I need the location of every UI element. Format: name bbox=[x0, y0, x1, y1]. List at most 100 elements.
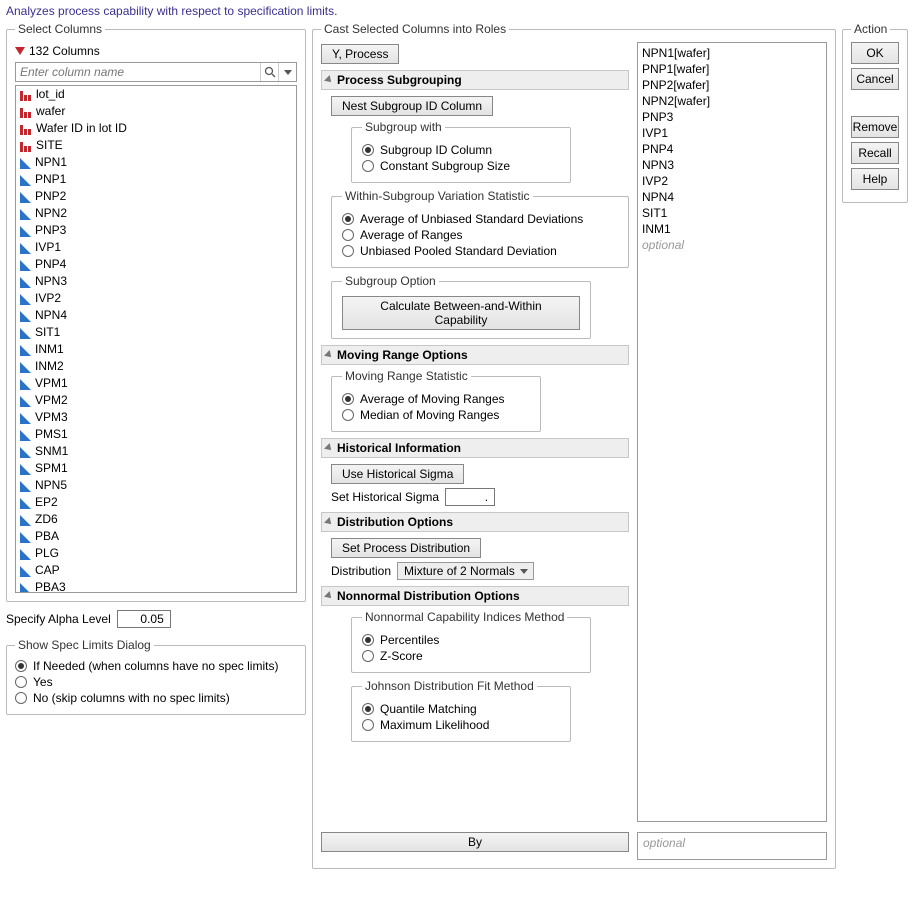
assigned-role-item[interactable]: INM1 bbox=[642, 221, 822, 237]
column-list[interactable]: lot_idwaferWafer ID in lot IDSITENPN1PNP… bbox=[15, 85, 297, 593]
radio-label: If Needed (when columns have no spec lim… bbox=[33, 659, 278, 673]
column-list-item[interactable]: NPN2 bbox=[16, 205, 296, 222]
column-list-item[interactable]: VPM2 bbox=[16, 392, 296, 409]
moving-range-stat-option[interactable]: Median of Moving Ranges bbox=[342, 407, 530, 423]
subgroup-with-option[interactable]: Subgroup ID Column bbox=[362, 142, 560, 158]
spec-limits-option[interactable]: Yes bbox=[15, 674, 297, 690]
column-list-item[interactable]: CAP bbox=[16, 562, 296, 579]
assigned-role-item[interactable]: NPN4 bbox=[642, 189, 822, 205]
radio-icon bbox=[362, 144, 374, 156]
column-count-row[interactable]: 132 Columns bbox=[15, 42, 297, 62]
johnson-fit-option[interactable]: Maximum Likelihood bbox=[362, 717, 560, 733]
radio-icon bbox=[342, 393, 354, 405]
column-list-item[interactable]: Wafer ID in lot ID bbox=[16, 120, 296, 137]
column-list-item[interactable]: lot_id bbox=[16, 86, 296, 103]
assigned-role-item[interactable]: SIT1 bbox=[642, 205, 822, 221]
column-list-item[interactable]: PBA3 bbox=[16, 579, 296, 593]
column-list-item[interactable]: SITE bbox=[16, 137, 296, 154]
radio-icon bbox=[15, 692, 27, 704]
column-list-item[interactable]: PLG bbox=[16, 545, 296, 562]
assigned-role-item[interactable]: PNP3 bbox=[642, 109, 822, 125]
assigned-role-item[interactable]: PNP1[wafer] bbox=[642, 61, 822, 77]
set-process-distribution-button[interactable]: Set Process Distribution bbox=[331, 538, 481, 558]
column-list-item[interactable]: IVP2 bbox=[16, 290, 296, 307]
by-roles-box[interactable]: optional bbox=[637, 832, 827, 860]
moving-range-stat-option[interactable]: Average of Moving Ranges bbox=[342, 391, 530, 407]
column-name-label: SPM1 bbox=[35, 461, 68, 476]
distribution-header[interactable]: Distribution Options bbox=[321, 512, 629, 532]
column-list-item[interactable]: SNM1 bbox=[16, 443, 296, 460]
column-list-item[interactable]: PNP2 bbox=[16, 188, 296, 205]
column-list-item[interactable]: INM2 bbox=[16, 358, 296, 375]
distribution-select[interactable]: Mixture of 2 Normals bbox=[397, 562, 534, 580]
column-list-item[interactable]: PNP3 bbox=[16, 222, 296, 239]
assigned-role-item[interactable]: NPN3 bbox=[642, 157, 822, 173]
assigned-role-item[interactable]: NPN2[wafer] bbox=[642, 93, 822, 109]
dropdown-red-triangle-icon[interactable] bbox=[15, 47, 25, 55]
within-stat-option[interactable]: Average of Unbiased Standard Deviations bbox=[342, 211, 618, 227]
column-list-item[interactable]: EP2 bbox=[16, 494, 296, 511]
column-list-item[interactable]: VPM3 bbox=[16, 409, 296, 426]
spec-limits-option[interactable]: If Needed (when columns have no spec lim… bbox=[15, 658, 297, 674]
search-icon[interactable] bbox=[260, 63, 278, 81]
calc-between-within-button[interactable]: Calculate Between-and-Within Capability bbox=[342, 296, 580, 330]
column-list-item[interactable]: NPN5 bbox=[16, 477, 296, 494]
column-search-input[interactable] bbox=[16, 63, 260, 81]
column-list-item[interactable]: PNP1 bbox=[16, 171, 296, 188]
nonnormal-header[interactable]: Nonnormal Distribution Options bbox=[321, 586, 629, 606]
subgroup-with-group: Subgroup with Subgroup ID ColumnConstant… bbox=[351, 120, 571, 183]
column-name-label: SITE bbox=[36, 138, 63, 153]
column-list-item[interactable]: NPN4 bbox=[16, 307, 296, 324]
column-list-item[interactable]: SIT1 bbox=[16, 324, 296, 341]
johnson-fit-option[interactable]: Quantile Matching bbox=[362, 701, 560, 717]
assigned-role-item[interactable]: IVP1 bbox=[642, 125, 822, 141]
column-list-item[interactable]: PNP4 bbox=[16, 256, 296, 273]
cancel-button[interactable]: Cancel bbox=[851, 68, 899, 90]
assigned-role-item[interactable]: NPN1[wafer] bbox=[642, 45, 822, 61]
assigned-role-item[interactable]: IVP2 bbox=[642, 173, 822, 189]
spec-limits-option[interactable]: No (skip columns with no spec limits) bbox=[15, 690, 297, 706]
radio-icon bbox=[342, 229, 354, 241]
column-list-item[interactable]: INM1 bbox=[16, 341, 296, 358]
column-search-row bbox=[15, 62, 297, 82]
assigned-role-item[interactable]: PNP4 bbox=[642, 141, 822, 157]
help-button[interactable]: Help bbox=[851, 168, 899, 190]
column-list-item[interactable]: ZD6 bbox=[16, 511, 296, 528]
column-list-item[interactable]: IVP1 bbox=[16, 239, 296, 256]
historical-header[interactable]: Historical Information bbox=[321, 438, 629, 458]
radio-icon bbox=[342, 213, 354, 225]
column-list-item[interactable]: PMS1 bbox=[16, 426, 296, 443]
column-list-item[interactable]: PBA bbox=[16, 528, 296, 545]
moving-range-stat-group: Moving Range Statistic Average of Moving… bbox=[331, 369, 541, 432]
cast-roles-panel: Cast Selected Columns into Roles Y, Proc… bbox=[312, 22, 836, 869]
within-stat-option[interactable]: Average of Ranges bbox=[342, 227, 618, 243]
column-name-label: SNM1 bbox=[35, 444, 68, 459]
by-button[interactable]: By bbox=[321, 832, 629, 852]
column-list-item[interactable]: SPM1 bbox=[16, 460, 296, 477]
ok-button[interactable]: OK bbox=[851, 42, 899, 64]
alpha-input[interactable] bbox=[117, 610, 171, 628]
process-subgrouping-header[interactable]: Process Subgrouping bbox=[321, 70, 629, 90]
moving-range-header[interactable]: Moving Range Options bbox=[321, 345, 629, 365]
continuous-column-icon bbox=[20, 396, 31, 407]
column-list-item[interactable]: wafer bbox=[16, 103, 296, 120]
nonnormal-cap-option[interactable]: Z-Score bbox=[362, 648, 580, 664]
nest-subgroup-button[interactable]: Nest Subgroup ID Column bbox=[331, 96, 493, 116]
y-process-button[interactable]: Y, Process bbox=[321, 44, 399, 64]
nonnormal-cap-option[interactable]: Percentiles bbox=[362, 632, 580, 648]
column-list-item[interactable]: VPM1 bbox=[16, 375, 296, 392]
subgroup-with-option[interactable]: Constant Subgroup Size bbox=[362, 158, 560, 174]
remove-button[interactable]: Remove bbox=[851, 116, 899, 138]
historical-sigma-input[interactable] bbox=[445, 488, 495, 506]
assigned-role-item[interactable]: PNP2[wafer] bbox=[642, 77, 822, 93]
radio-label: Constant Subgroup Size bbox=[380, 159, 510, 173]
use-historical-sigma-button[interactable]: Use Historical Sigma bbox=[331, 464, 464, 484]
column-list-item[interactable]: NPN3 bbox=[16, 273, 296, 290]
search-dropdown-icon[interactable] bbox=[278, 63, 296, 81]
recall-button[interactable]: Recall bbox=[851, 142, 899, 164]
column-list-item[interactable]: NPN1 bbox=[16, 154, 296, 171]
continuous-column-icon bbox=[20, 566, 31, 577]
continuous-column-icon bbox=[20, 226, 31, 237]
within-stat-option[interactable]: Unbiased Pooled Standard Deviation bbox=[342, 243, 618, 259]
roles-assigned-list[interactable]: NPN1[wafer]PNP1[wafer]PNP2[wafer]NPN2[wa… bbox=[637, 42, 827, 822]
